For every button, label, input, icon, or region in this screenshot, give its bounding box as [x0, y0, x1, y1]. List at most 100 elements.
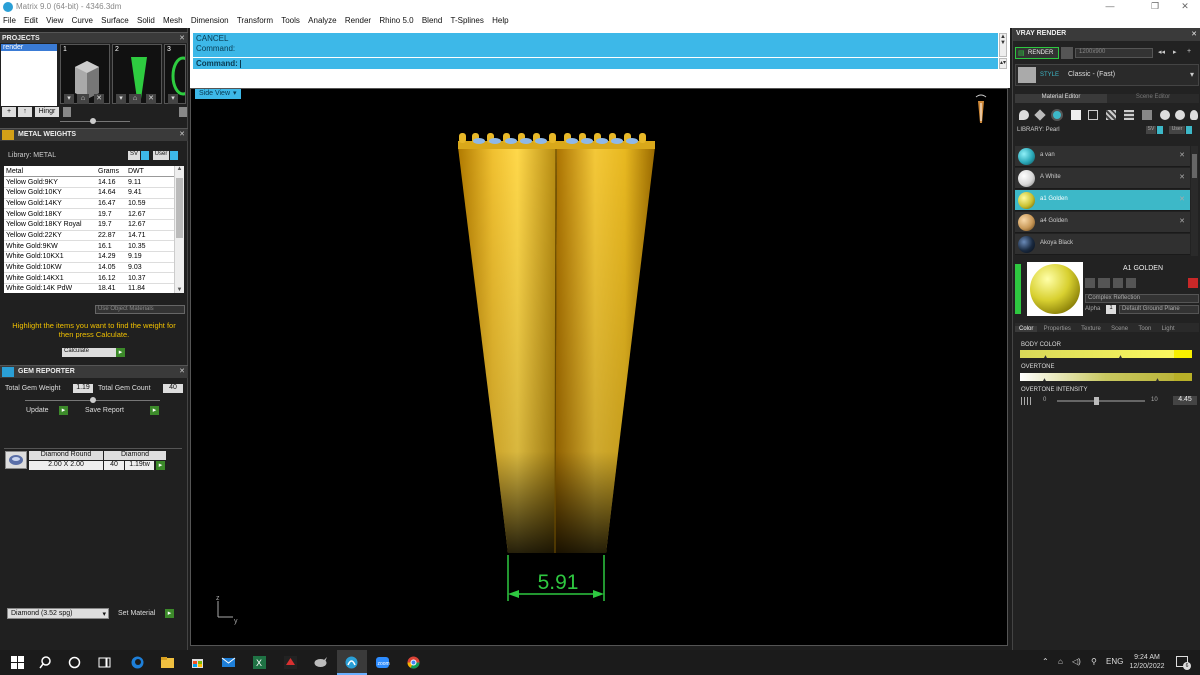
thumb-1-save-button[interactable]: ⌂ [77, 94, 89, 104]
close-icon[interactable]: ✕ [179, 34, 185, 42]
sv-toggle[interactable] [1157, 126, 1163, 134]
zoom-icon[interactable]: zoom [375, 655, 390, 670]
menu-file[interactable]: File [0, 14, 19, 25]
menu-blend[interactable]: Blend [419, 14, 445, 25]
user-button[interactable]: User [1169, 126, 1185, 134]
tab-color[interactable]: Color [1015, 326, 1038, 332]
apply-icon[interactable] [1175, 110, 1185, 120]
hinge-button[interactable]: Hingr [35, 107, 59, 117]
tab-scene-editor[interactable]: Scene Editor [1107, 94, 1199, 103]
minimize-button[interactable]: — [1095, 1, 1125, 11]
update-label[interactable]: Update [26, 407, 49, 414]
rewind-button[interactable]: ◂◂ [1158, 48, 1165, 56]
close-icon[interactable]: ✕ [179, 130, 185, 138]
refresh-icon[interactable] [1126, 278, 1136, 288]
resolution-icon[interactable] [1061, 47, 1073, 59]
sv-button[interactable]: SV [128, 151, 140, 160]
tab-toon[interactable]: Toon [1134, 326, 1155, 332]
maximize-button[interactable]: ❐ [1140, 1, 1170, 12]
meet-now-icon[interactable]: ⌂ [1058, 657, 1063, 666]
table-row[interactable]: White Gold:14K PdW 18.41 11.84 [4, 283, 174, 293]
volume-icon[interactable]: ◁) [1072, 657, 1081, 666]
table-row[interactable]: White Gold:9KW 16.1 10.35 [4, 240, 174, 252]
menu-dimension[interactable]: Dimension [188, 14, 232, 25]
slider-marker[interactable]: ▲ [1043, 354, 1048, 360]
gem-row-button[interactable]: ▸ [156, 461, 165, 470]
drop-icon[interactable] [1019, 110, 1029, 120]
width-dimension[interactable]: 5.91 [507, 555, 605, 601]
table-row[interactable]: Yellow Gold:9KY 14.16 9.11 [4, 176, 174, 188]
wave-icon[interactable] [1098, 278, 1110, 288]
language[interactable]: ENG [1106, 657, 1123, 666]
render-button[interactable]: ▤ RENDER [1015, 47, 1059, 59]
material-list[interactable]: a van ✕ A White ✕ a1 Golden ✕ a4 Golden … [1013, 140, 1200, 260]
scroll-right-button[interactable] [179, 107, 187, 117]
mail-icon[interactable] [221, 655, 236, 670]
windows-start-icon[interactable] [10, 655, 25, 670]
zoom-slider[interactable] [60, 118, 130, 124]
tab-scene[interactable]: Scene [1107, 326, 1132, 332]
col-dwt[interactable]: DWT [126, 166, 174, 178]
thumb-1-menu-button[interactable]: ▾ [64, 94, 74, 104]
thumb-3-menu-button[interactable]: ▾ [168, 94, 178, 104]
thumb-2-delete-button[interactable]: ✕ [146, 94, 156, 104]
calculate-field[interactable]: Calculate [62, 348, 116, 357]
col-grams[interactable]: Grams [96, 166, 126, 178]
ground-plane-select[interactable]: Default Ground Plane [1119, 305, 1199, 314]
notification-icon[interactable]: 6 [1176, 656, 1191, 670]
save-report-button[interactable]: ▸ [150, 406, 159, 415]
slider-knob[interactable] [1094, 397, 1100, 405]
slider-marker[interactable]: ▲ [1155, 377, 1160, 383]
model-canvas[interactable]: 5.91 z y [191, 89, 1009, 647]
layer-icon[interactable] [1142, 110, 1152, 120]
user-toggle[interactable] [170, 151, 178, 160]
table-row[interactable]: Yellow Gold:10KY 14.64 9.41 [4, 187, 174, 199]
add-project-button[interactable]: + [2, 107, 16, 117]
tapered-tube-model[interactable] [458, 133, 655, 554]
remove-icon[interactable]: ✕ [1179, 217, 1185, 225]
overtone-swatch[interactable] [1174, 373, 1192, 381]
calculate-button[interactable]: ▸ [116, 348, 125, 357]
up-project-button[interactable]: ↑ [18, 107, 32, 117]
pen-icon[interactable] [1113, 278, 1123, 288]
alpha-value[interactable]: 1 [1106, 305, 1116, 314]
close-icon[interactable]: ✕ [179, 367, 185, 375]
chrome-icon[interactable] [406, 655, 421, 670]
history-scrollbar[interactable]: ▲ ▼ [999, 33, 1007, 57]
table-row[interactable]: Yellow Gold:22KY 22.87 14.71 [4, 230, 174, 242]
pattern-icon[interactable] [1106, 110, 1116, 120]
sphere-icon[interactable] [1051, 109, 1063, 121]
remove-icon[interactable]: ✕ [1179, 195, 1185, 203]
table-row[interactable]: White Gold:10KW 14.05 9.03 [4, 262, 174, 274]
gem-material-select[interactable]: Diamond (3.52 spg) ▾ [7, 608, 109, 619]
material-item[interactable]: Akoya Black [1015, 234, 1190, 255]
sv-button[interactable]: SV [1146, 126, 1156, 134]
style-selector[interactable]: STYLE Classic - (Fast) ▾ [1015, 64, 1199, 86]
menu-rhino[interactable]: Rhino 5.0 [376, 14, 416, 25]
col-metal[interactable]: Metal [4, 166, 96, 178]
menu-render[interactable]: Render [342, 14, 374, 25]
slider-knob[interactable] [90, 118, 96, 124]
use-object-materials-checkbox[interactable]: Use Object Materials [95, 305, 185, 314]
bulb-icon[interactable] [1190, 110, 1198, 120]
slider-marker[interactable]: ▲ [1042, 377, 1047, 383]
scroll-left-button[interactable] [63, 107, 71, 117]
material-list-scrollbar[interactable] [1191, 146, 1198, 256]
tab-material-editor[interactable]: Material Editor [1015, 94, 1107, 103]
menu-surface[interactable]: Surface [98, 14, 132, 25]
store-icon[interactable] [190, 655, 205, 670]
gem-slider[interactable] [25, 397, 160, 403]
reset-icon[interactable] [1188, 278, 1198, 288]
thumb-1-delete-button[interactable]: ✕ [94, 94, 104, 104]
camera-pin-icon[interactable] [975, 94, 987, 123]
intensity-slider[interactable] [1057, 397, 1145, 405]
material-item[interactable]: A White ✕ [1015, 168, 1190, 189]
menu-analyze[interactable]: Analyze [305, 14, 339, 25]
command-spin[interactable]: ▴▾ [999, 58, 1007, 69]
menu-curve[interactable]: Curve [69, 14, 96, 25]
gem-icon[interactable] [1034, 109, 1046, 121]
table-row[interactable]: White Gold:14KX1 16.12 10.37 [4, 272, 174, 285]
close-icon[interactable]: ✕ [1191, 30, 1197, 38]
command-input[interactable]: Command: [193, 58, 998, 69]
scrollbar-thumb[interactable] [176, 178, 183, 238]
